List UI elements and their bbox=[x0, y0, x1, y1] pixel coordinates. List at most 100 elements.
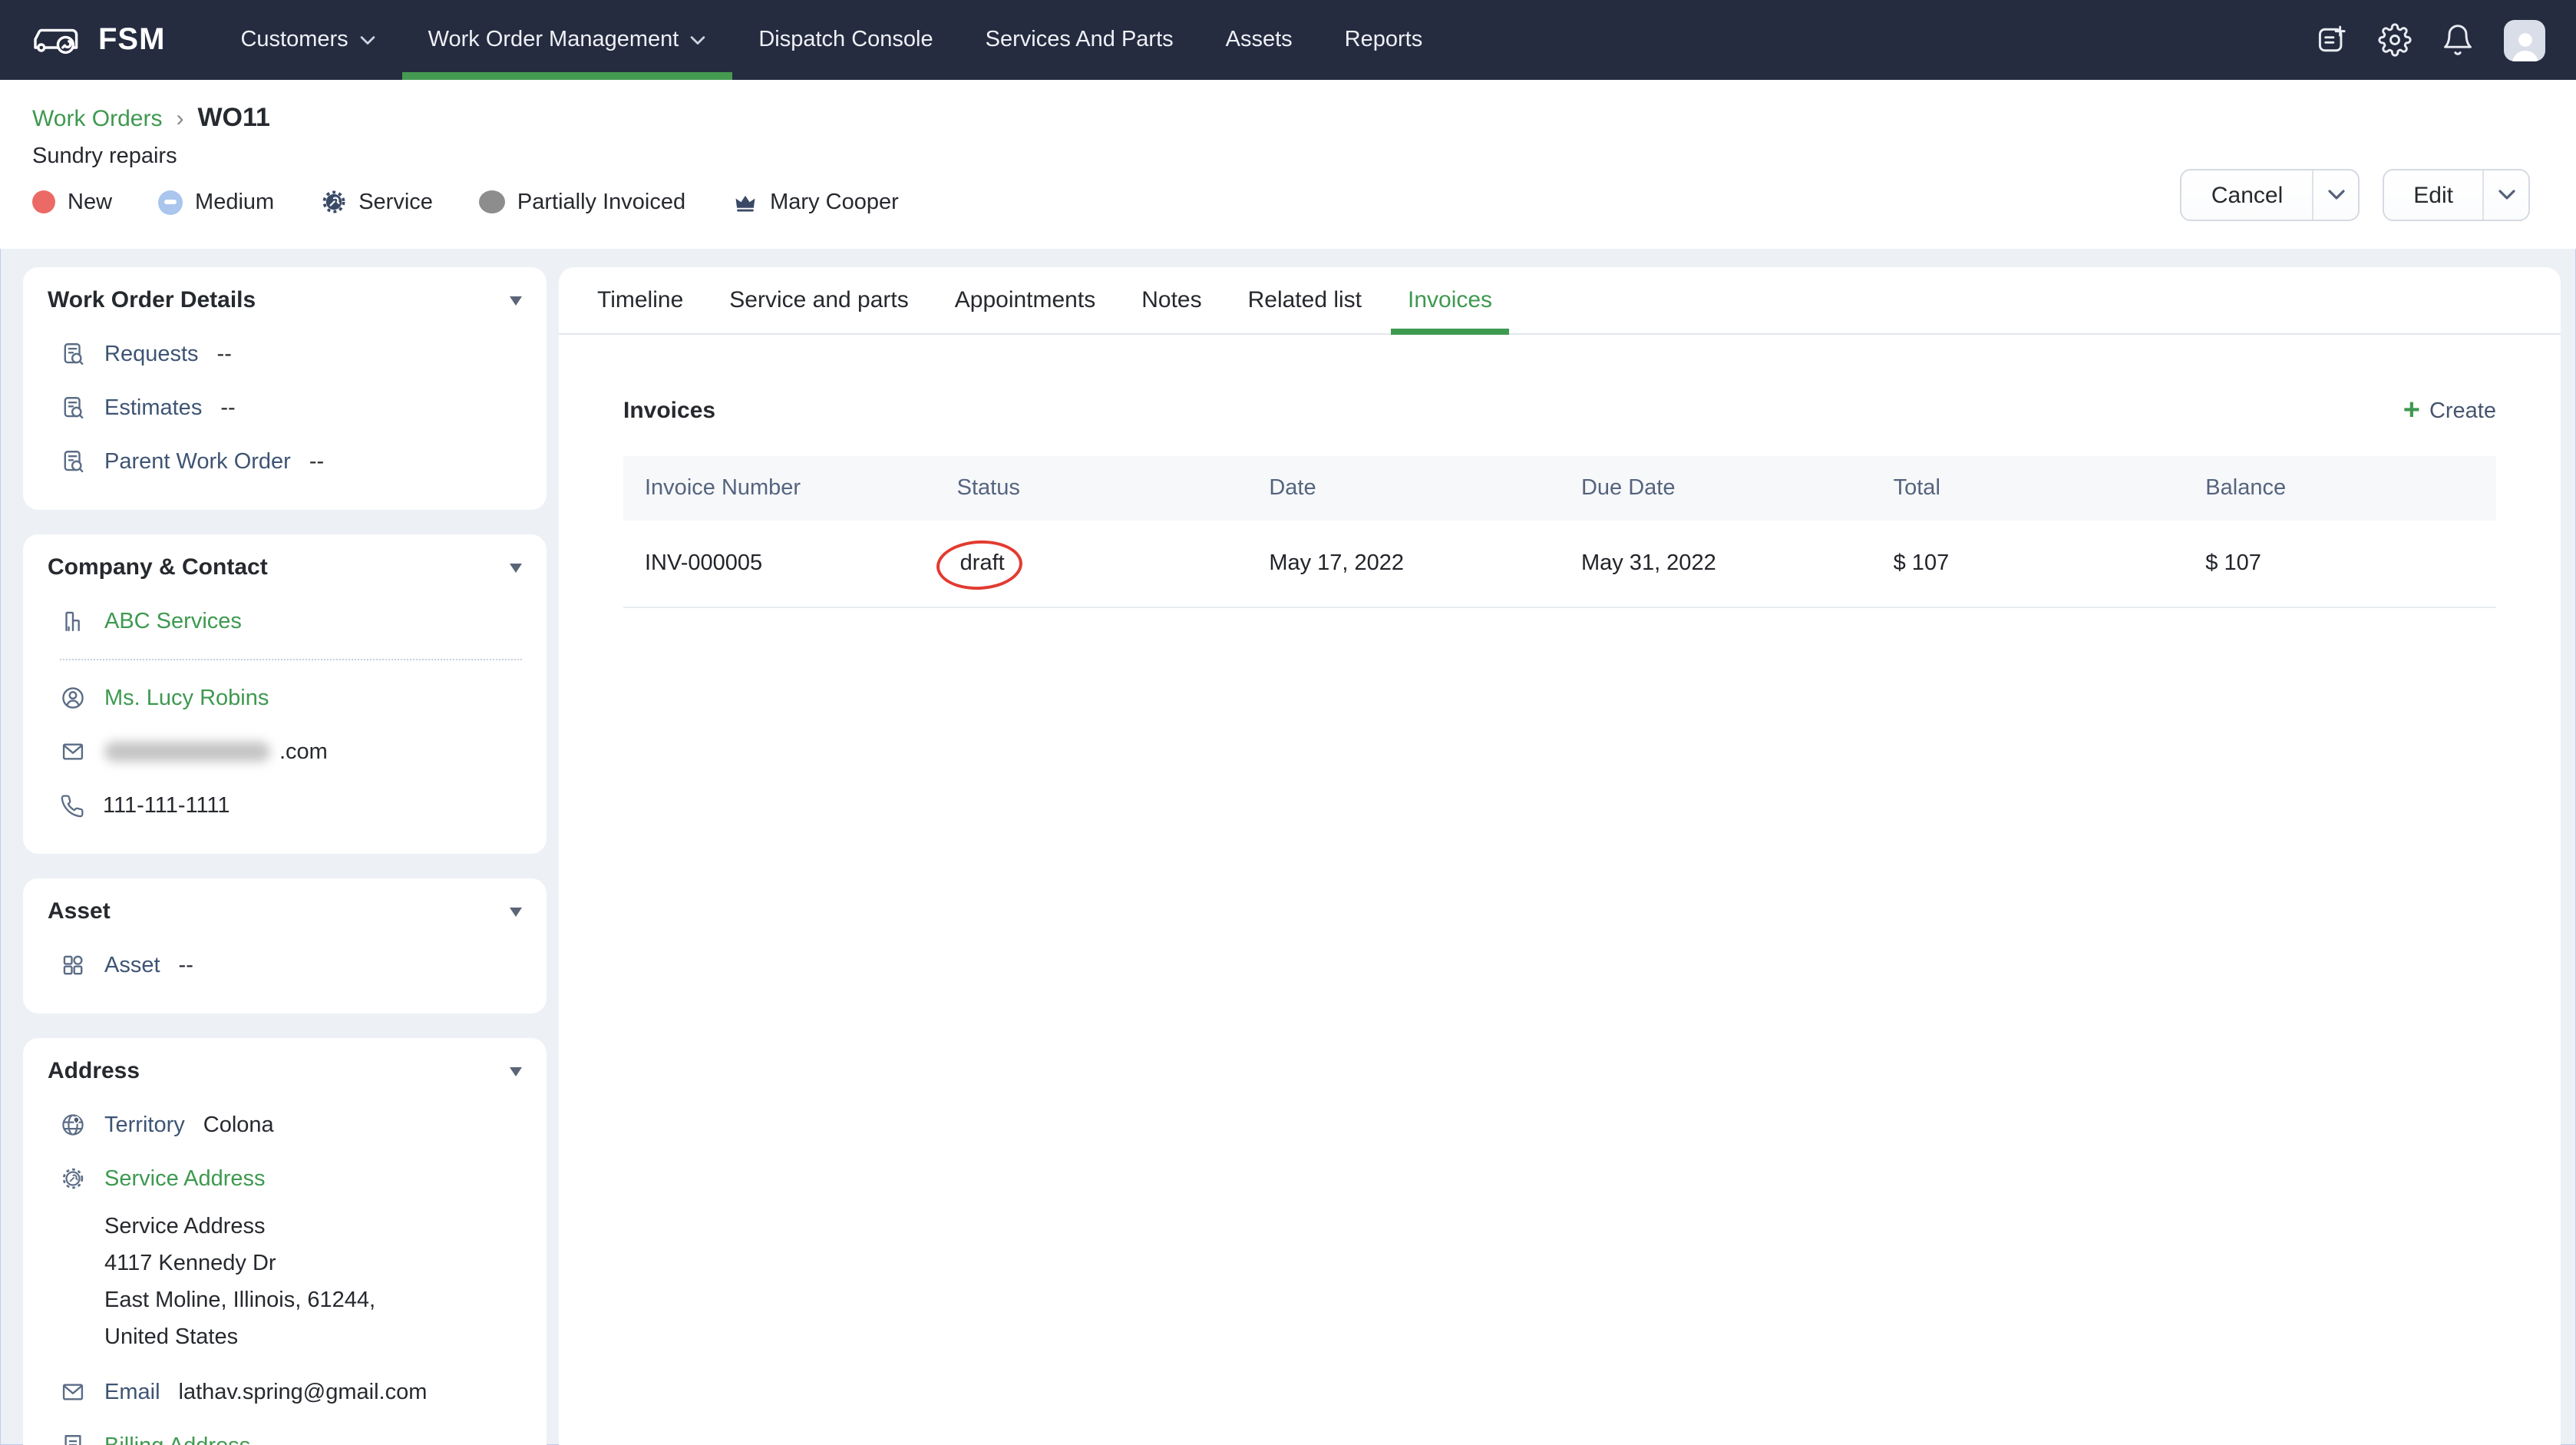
asset-grid-icon bbox=[60, 952, 86, 978]
brand[interactable]: FSM bbox=[31, 21, 165, 58]
field-label: Parent Work Order bbox=[104, 449, 291, 474]
status-badges: New Medium Service Partially Invoiced bbox=[32, 189, 2530, 215]
person-circle-icon bbox=[60, 685, 86, 711]
collapse-caret-icon[interactable] bbox=[510, 1066, 522, 1076]
col-balance: Balance bbox=[2184, 456, 2496, 521]
cell-total: $ 107 bbox=[1872, 521, 2185, 607]
invoice-row[interactable]: INV-000005 draft May 17, 2022 May 31, 20… bbox=[623, 521, 2496, 607]
territory-row: Territory Colona bbox=[48, 1098, 522, 1152]
create-invoice-button[interactable]: + Create bbox=[2403, 396, 2496, 425]
record-main-panel: Timeline Service and parts Appointments … bbox=[559, 267, 2561, 1445]
address-line: 4117 Kennedy Dr bbox=[104, 1245, 522, 1282]
address-line: Service Address bbox=[104, 1209, 522, 1245]
user-avatar[interactable] bbox=[2504, 19, 2545, 61]
building-icon bbox=[60, 608, 86, 634]
nav-label: Assets bbox=[1226, 28, 1293, 52]
envelope-icon bbox=[60, 739, 86, 765]
edit-dropdown-caret[interactable] bbox=[2482, 170, 2528, 220]
cancel-button[interactable]: Cancel bbox=[2182, 170, 2312, 220]
field-label: Estimates bbox=[104, 395, 202, 420]
tab-label: Related list bbox=[1248, 287, 1362, 313]
quick-create-icon[interactable] bbox=[2315, 23, 2349, 57]
settings-gear-icon[interactable] bbox=[2378, 23, 2412, 57]
document-search-icon bbox=[60, 341, 86, 367]
service-address-row: Service Address bbox=[48, 1152, 522, 1205]
work-order-details-card: Work Order Details Requests -- Estimates… bbox=[23, 267, 547, 510]
address-email-row: Email lathav.spring@gmail.com bbox=[48, 1365, 522, 1419]
service-seal-outline-icon bbox=[60, 1166, 86, 1192]
cell-invoice-number[interactable]: INV-000005 bbox=[623, 521, 936, 607]
address-card: Address Territory Colona Service Address… bbox=[23, 1038, 547, 1445]
nav-item-customers[interactable]: Customers bbox=[214, 0, 401, 80]
invoices-title: Invoices bbox=[623, 398, 715, 424]
navbar-right-tools bbox=[2315, 19, 2545, 61]
section-title: Work Order Details bbox=[48, 287, 256, 313]
content-area: Work Order Details Requests -- Estimates… bbox=[0, 249, 2576, 1445]
billing-address-link[interactable]: Billing Address bbox=[104, 1433, 250, 1445]
contact-phone-row: 111-111-1111 bbox=[48, 779, 522, 832]
red-status-dot-icon bbox=[32, 190, 55, 213]
nav-label: Dispatch Console bbox=[758, 28, 933, 52]
asset-card: Asset Asset -- bbox=[23, 878, 547, 1013]
nav-label: Services And Parts bbox=[986, 28, 1174, 52]
collapse-caret-icon[interactable] bbox=[510, 563, 522, 572]
field-value: -- bbox=[309, 449, 324, 474]
service-seal-icon bbox=[320, 189, 346, 215]
contact-link[interactable]: Ms. Lucy Robins bbox=[104, 686, 269, 710]
tab-service-and-parts[interactable]: Service and parts bbox=[706, 267, 931, 333]
col-date: Date bbox=[1247, 456, 1560, 521]
field-value: -- bbox=[220, 395, 235, 420]
main-nav: Customers Work Order Management Dispatch… bbox=[214, 0, 1448, 80]
tab-invoices[interactable]: Invoices bbox=[1385, 267, 1515, 333]
nav-label: Reports bbox=[1345, 28, 1423, 52]
tab-notes[interactable]: Notes bbox=[1118, 267, 1224, 333]
tab-appointments[interactable]: Appointments bbox=[932, 267, 1118, 333]
billing-address-row: Billing Address bbox=[48, 1419, 522, 1445]
top-navbar: FSM Customers Work Order Management Disp… bbox=[0, 0, 2576, 80]
record-id: WO11 bbox=[197, 103, 270, 134]
breadcrumb-work-orders-link[interactable]: Work Orders bbox=[32, 105, 162, 131]
tab-label: Timeline bbox=[597, 287, 683, 313]
breadcrumb: Work Orders › WO11 bbox=[32, 103, 2530, 134]
nav-item-reports[interactable]: Reports bbox=[1319, 0, 1449, 80]
collapse-caret-icon[interactable] bbox=[510, 296, 522, 305]
record-actions: Cancel Edit bbox=[2181, 169, 2530, 221]
owner-badge: Mary Cooper bbox=[732, 190, 899, 214]
nav-item-work-order-management[interactable]: Work Order Management bbox=[402, 0, 733, 80]
collapse-caret-icon[interactable] bbox=[510, 907, 522, 916]
nav-item-dispatch-console[interactable]: Dispatch Console bbox=[732, 0, 959, 80]
chevron-down-icon bbox=[689, 35, 706, 45]
edit-split-button: Edit bbox=[2383, 169, 2530, 221]
phone-value: 111-111-1111 bbox=[103, 793, 230, 818]
notifications-bell-icon[interactable] bbox=[2441, 23, 2475, 57]
service-address-block: Service Address 4117 Kennedy Dr East Mol… bbox=[48, 1209, 522, 1356]
nav-item-assets[interactable]: Assets bbox=[1200, 0, 1319, 80]
section-title: Address bbox=[48, 1058, 140, 1084]
badge-label: Service bbox=[358, 190, 433, 214]
cancel-dropdown-caret[interactable] bbox=[2312, 170, 2358, 220]
record-header: Work Orders › WO11 Sundry repairs New Me… bbox=[0, 80, 2576, 249]
nav-item-services-and-parts[interactable]: Services And Parts bbox=[959, 0, 1200, 80]
billing-document-icon bbox=[60, 1433, 86, 1445]
cell-balance: $ 107 bbox=[2184, 521, 2496, 607]
company-link[interactable]: ABC Services bbox=[104, 609, 242, 633]
field-value: -- bbox=[179, 953, 193, 977]
tab-timeline[interactable]: Timeline bbox=[574, 267, 706, 333]
badge-label: Medium bbox=[195, 190, 274, 214]
email-label[interactable]: Email bbox=[104, 1380, 160, 1404]
nav-label: Customers bbox=[240, 28, 348, 52]
field-row-requests: Requests -- bbox=[48, 327, 522, 381]
billing-status-badge: Partially Invoiced bbox=[479, 190, 685, 214]
company-contact-card: Company & Contact ABC Services Ms. Lucy … bbox=[23, 534, 547, 854]
field-value: -- bbox=[217, 342, 232, 366]
address-line: East Moline, Illinois, 61244, bbox=[104, 1282, 522, 1319]
tab-label: Appointments bbox=[955, 287, 1095, 313]
territory-label[interactable]: Territory bbox=[104, 1113, 185, 1137]
tab-related-list[interactable]: Related list bbox=[1225, 267, 1385, 333]
edit-button[interactable]: Edit bbox=[2384, 170, 2482, 220]
tab-label: Service and parts bbox=[729, 287, 908, 313]
field-row-estimates: Estimates -- bbox=[48, 381, 522, 435]
invoices-table: Invoice Number Status Date Due Date Tota… bbox=[623, 456, 2496, 607]
service-address-link[interactable]: Service Address bbox=[104, 1166, 266, 1191]
cancel-split-button: Cancel bbox=[2181, 169, 2360, 221]
